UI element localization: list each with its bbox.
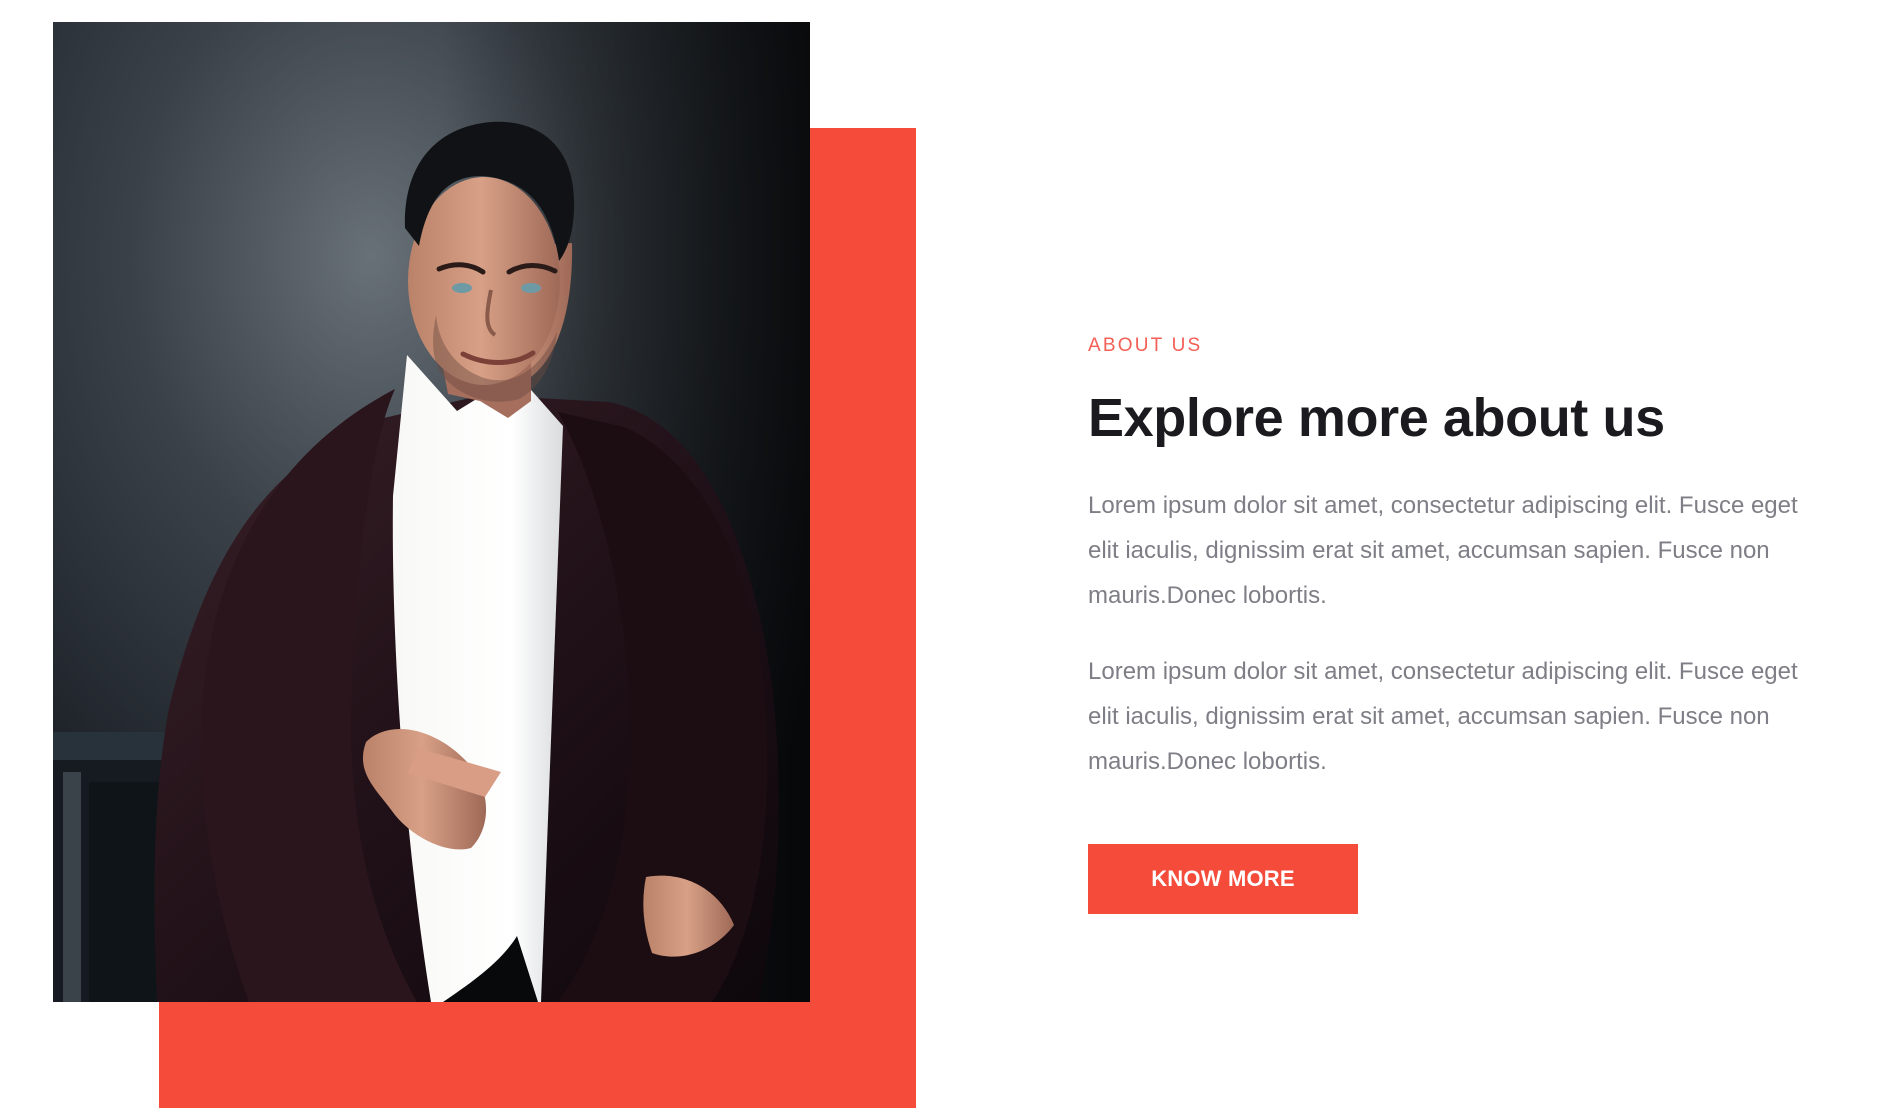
- portrait-photo: [53, 22, 810, 1002]
- know-more-button[interactable]: KNOW MORE: [1088, 844, 1358, 915]
- man-portrait-illustration: [53, 22, 810, 1002]
- about-us-label: ABOUT US: [1088, 335, 1203, 356]
- about-paragraph-one: Lorem ipsum dolor sit amet, consectetur …: [1088, 492, 1798, 610]
- about-paragraph-two: Lorem ipsum dolor sit amet, consectetur …: [1088, 658, 1798, 776]
- about-heading: Explore more about us: [1088, 387, 1665, 448]
- about-content: ABOUT US Explore more about us Lorem ips…: [1088, 335, 1808, 915]
